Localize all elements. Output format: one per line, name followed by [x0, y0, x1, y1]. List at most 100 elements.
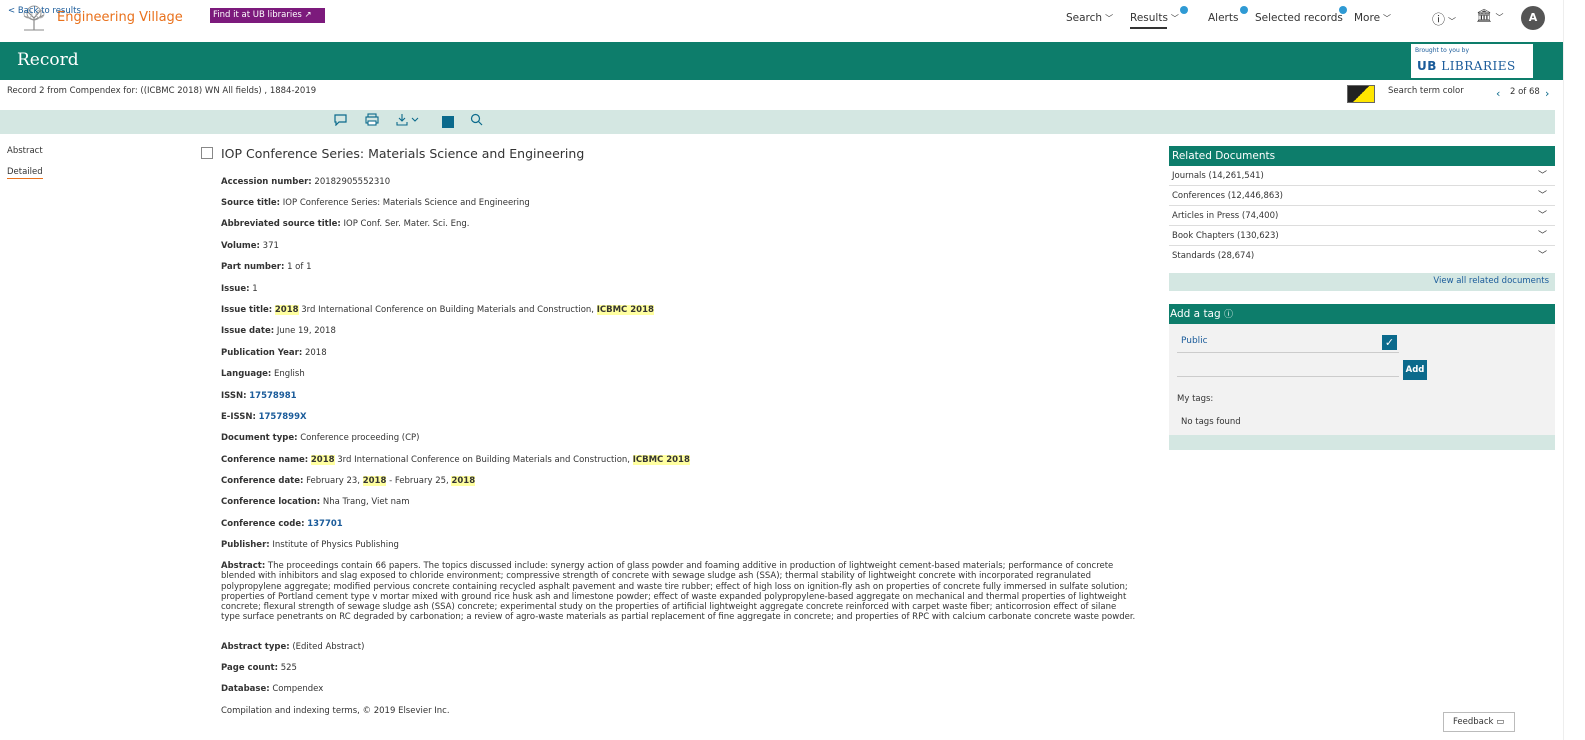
alerts-badge-icon: [1240, 6, 1248, 14]
highlight-term: 2018: [310, 455, 335, 465]
add-tag-panel: Add a tag ⓘ Public ✓ Add My tags: No tag…: [1169, 304, 1555, 450]
field-publication-year: Publication Year: 2018: [221, 348, 327, 358]
institution-icon[interactable]: 🏛 ﹀: [1476, 9, 1504, 24]
eissn-link[interactable]: 1757899X: [259, 412, 307, 422]
field-source-title: Source title: IOP Conference Series: Mat…: [221, 198, 530, 208]
field-issn: ISSN: 17578981: [221, 391, 297, 401]
chevron-down-icon: ﹀: [1495, 13, 1504, 22]
nav-selected-records[interactable]: Selected records: [1255, 12, 1343, 24]
previous-record-icon[interactable]: ‹: [1496, 87, 1500, 100]
search-term-color-swatch[interactable]: [1347, 85, 1375, 103]
publisher-label: Publisher:: [221, 540, 270, 550]
related-item-conferences[interactable]: Conferences (12,446,863) ﹀: [1169, 186, 1555, 206]
highlight-term: 2018: [362, 476, 387, 486]
confcode-label: Conference code:: [221, 519, 305, 529]
issn-label: ISSN:: [221, 391, 247, 401]
chevron-down-icon: ﹀: [1537, 251, 1547, 261]
source-label: Source title:: [221, 198, 281, 208]
nav-more[interactable]: More ﹀: [1354, 12, 1391, 24]
nav-search[interactable]: Search ﹀: [1066, 12, 1113, 24]
search-svg: [470, 113, 483, 126]
libraries-text: LIBRARIES: [1441, 59, 1516, 73]
source-value: IOP Conference Series: Materials Science…: [282, 198, 530, 208]
related-item-articles-in-press[interactable]: Articles in Press (74,400) ﹀: [1169, 206, 1555, 226]
field-volume: Volume: 371: [221, 241, 279, 251]
chevron-down-icon: ﹀: [1537, 191, 1547, 201]
add-tag-button[interactable]: Add: [1403, 360, 1427, 380]
scrollbar[interactable]: [1563, 0, 1564, 740]
pub-year-value: 2018: [304, 348, 327, 358]
avatar[interactable]: A: [1521, 6, 1545, 30]
field-issue: Issue: 1: [221, 284, 258, 294]
confloc-value: Nha Trang, Viet nam: [322, 497, 410, 507]
confcode-link[interactable]: 137701: [307, 519, 343, 529]
related-item-label: Standards (28,674): [1172, 251, 1255, 261]
confdate-label: Conference date:: [221, 476, 304, 486]
find-it-button[interactable]: Find it at UB libraries ↗: [210, 8, 325, 23]
save-folder-icon[interactable]: [442, 116, 454, 128]
select-record-checkbox[interactable]: [201, 147, 213, 159]
issue-title-label: Issue title:: [221, 305, 273, 315]
nav-detailed-tab[interactable]: Detailed: [7, 167, 43, 179]
comment-icon[interactable]: [334, 113, 347, 129]
highlight-term: ICBMC 2018: [596, 305, 654, 315]
pub-year-label: Publication Year:: [221, 348, 303, 358]
issn-link[interactable]: 17578981: [249, 391, 296, 401]
tag-input[interactable]: [1177, 376, 1399, 377]
print-icon[interactable]: [365, 113, 379, 129]
tag-visibility-label: Public: [1181, 336, 1208, 346]
record-toolbar: [0, 110, 1555, 134]
field-abstract: Abstract: The proceedings contain 66 pap…: [221, 561, 1136, 623]
download-icon[interactable]: [396, 113, 422, 129]
nav-abstract-tab[interactable]: Abstract: [7, 146, 43, 156]
back-to-results-link[interactable]: < Back to results: [8, 6, 81, 16]
related-item-label: Conferences (12,446,863): [1172, 191, 1284, 201]
no-tags-message: No tags found: [1181, 417, 1241, 427]
chevron-down-icon: ﹀: [1105, 14, 1114, 23]
search-icon[interactable]: [470, 113, 483, 129]
field-page-count: Page count: 525: [221, 663, 297, 673]
divider: [1177, 352, 1399, 353]
abstract-type-label: Abstract type:: [221, 642, 290, 652]
field-document-type: Document type: Conference proceeding (CP…: [221, 433, 420, 443]
field-part-number: Part number: 1 of 1: [221, 262, 311, 272]
related-item-book-chapters[interactable]: Book Chapters (130,623) ﹀: [1169, 226, 1555, 246]
tag-visibility-dropdown[interactable]: ✓: [1382, 335, 1397, 350]
issue-date-label: Issue date:: [221, 326, 275, 336]
field-conference-name: Conference name: 2018 3rd International …: [221, 455, 690, 465]
field-issue-date: Issue date: June 19, 2018: [221, 326, 336, 336]
part-label: Part number:: [221, 262, 285, 272]
help-icon[interactable]: ⓘ ﹀: [1432, 9, 1456, 28]
view-all-related-link[interactable]: View all related documents: [1433, 276, 1549, 286]
record-header-bar: Record Brought to you by UB LIBRARIES: [0, 42, 1563, 80]
search-term-color-label: Search term color: [1388, 86, 1464, 96]
nav-alerts[interactable]: Alerts: [1208, 12, 1238, 24]
related-item-standards[interactable]: Standards (28,674) ﹀: [1169, 246, 1555, 266]
field-abstract-type: Abstract type: (Edited Abstract): [221, 642, 364, 652]
chevron-down-icon: ﹀: [1537, 231, 1547, 241]
info-icon[interactable]: ⓘ: [1224, 310, 1233, 320]
feedback-button[interactable]: Feedback ▭: [1443, 712, 1515, 732]
field-publisher: Publisher: Institute of Physics Publishi…: [221, 540, 399, 550]
related-documents-title: Related Documents: [1169, 146, 1555, 166]
issue-label: Issue:: [221, 284, 250, 294]
download-svg: [396, 114, 419, 126]
database-value: Compendex: [272, 684, 324, 694]
ub-libraries-label: UB LIBRARIES: [1417, 59, 1516, 73]
publisher-value: Institute of Physics Publishing: [272, 540, 399, 550]
field-eissn: E-ISSN: 1757899X: [221, 412, 307, 422]
record-info-line: Record 2 from Compendex for: ((ICBMC 201…: [7, 86, 317, 96]
nav-results[interactable]: Results ﹀: [1130, 12, 1179, 24]
confname-value: 3rd International Conference on Building…: [337, 455, 630, 465]
doctype-label: Document type:: [221, 433, 298, 443]
chevron-down-icon: ﹀: [1170, 14, 1179, 23]
field-conference-code: Conference code: 137701: [221, 519, 343, 529]
volume-value: 371: [262, 241, 279, 251]
ub-libraries-logo[interactable]: Brought to you by UB LIBRARIES: [1411, 44, 1533, 78]
next-record-icon[interactable]: ›: [1545, 87, 1549, 100]
chevron-down-icon: ﹀: [1537, 171, 1547, 181]
related-item-journals[interactable]: Journals (14,261,541) ﹀: [1169, 166, 1555, 186]
field-issue-title: Issue title: 2018 3rd International Conf…: [221, 305, 654, 315]
abstract-value: The proceedings contain 66 papers. The t…: [221, 561, 1136, 623]
related-documents-panel: Related Documents Journals (14,261,541) ﹀…: [1169, 146, 1555, 291]
